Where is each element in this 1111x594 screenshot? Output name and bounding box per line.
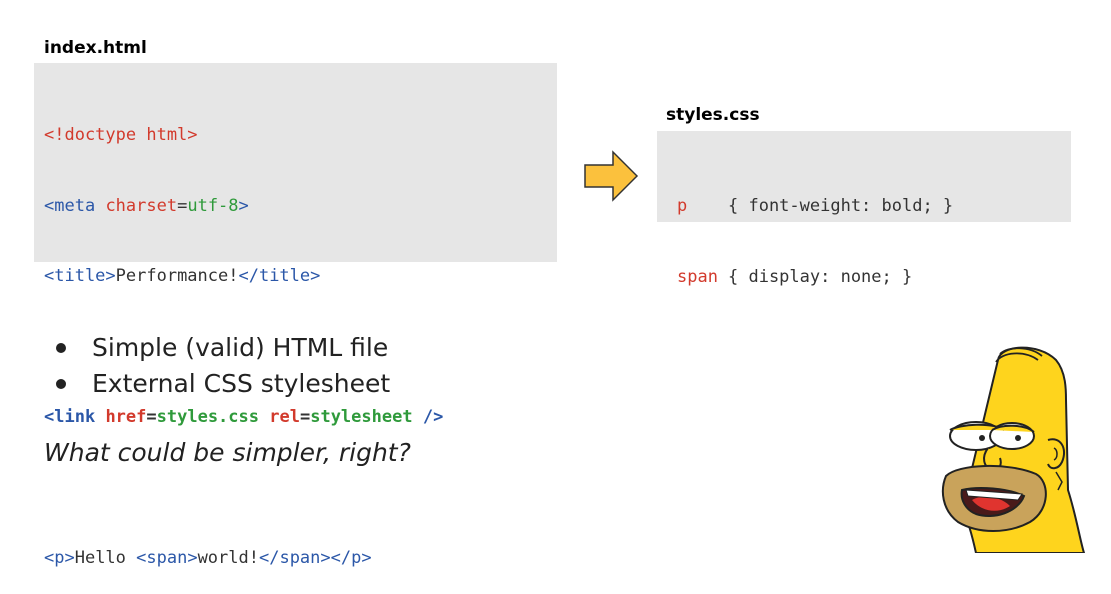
equals-sign: = — [299, 407, 311, 427]
charset-value: utf-8 — [187, 195, 239, 216]
code-line-4: <link href=styles.css rel=stylesheet /> — [44, 406, 557, 430]
styles-css-title: styles.css — [666, 105, 760, 125]
bullet-list: Simple (valid) HTML file External CSS st… — [50, 330, 390, 402]
right-arrow-icon — [584, 150, 639, 202]
meta-tag-open: <meta — [44, 195, 96, 216]
code-line-1: <!doctype html> — [44, 124, 557, 148]
css-rule-body: { font-weight: bold; } — [728, 196, 954, 216]
world-text: world! — [197, 548, 259, 568]
title-text: Performance! — [115, 266, 239, 286]
css-rule-body: { display: none; } — [728, 266, 913, 287]
href-value: styles.css — [156, 407, 259, 427]
span-tag-close: </span> — [258, 548, 331, 568]
list-item: External CSS stylesheet — [50, 366, 390, 402]
rel-value: stylesheet — [310, 407, 413, 427]
tagline: What could be simpler, right? — [44, 438, 411, 467]
title-tag-open: <title> — [44, 266, 116, 286]
css-selector-p: p — [677, 196, 688, 216]
p-tag-open: <p> — [44, 548, 75, 568]
meta-tag-close: > — [238, 195, 249, 216]
bullet-text: External CSS stylesheet — [92, 369, 391, 398]
code-line-3: <title>Performance!</title> — [44, 265, 557, 289]
equals-sign: = — [177, 195, 188, 216]
link-tag-close: /> — [422, 407, 444, 427]
index-html-code-box: <!doctype html> <meta charset=utf-8> <ti… — [34, 63, 557, 568]
span-tag-open: <span> — [136, 548, 198, 568]
bullet-icon — [56, 343, 66, 353]
doctype-token: <!doctype html> — [44, 125, 198, 145]
code-line-5: <p>Hello <span>world!</span></p> — [44, 547, 557, 571]
href-attr: href — [105, 407, 147, 427]
title-tag-close: </title> — [238, 266, 321, 286]
css-rule-p: p { font-weight: bold; } — [677, 195, 1071, 219]
charset-attr: charset — [105, 195, 178, 216]
css-selector-span: span — [677, 266, 718, 287]
hello-text: Hello — [74, 548, 137, 568]
equals-sign: = — [146, 407, 157, 427]
index-html-title: index.html — [44, 38, 147, 58]
p-tag-close: </p> — [330, 548, 372, 568]
rel-attr: rel — [269, 407, 300, 427]
list-item: Simple (valid) HTML file — [50, 330, 390, 366]
styles-css-code-box: p { font-weight: bold; } span { display: n… — [657, 131, 1071, 287]
link-tag-open: <link — [44, 407, 96, 427]
bullet-text: Simple (valid) HTML file — [92, 333, 389, 362]
css-rule-span: span { display: none; } — [677, 266, 1071, 290]
bullet-icon — [56, 379, 66, 389]
homer-simpson-illustration — [941, 346, 1086, 553]
code-line-2: <meta charset=utf-8> — [44, 195, 557, 219]
